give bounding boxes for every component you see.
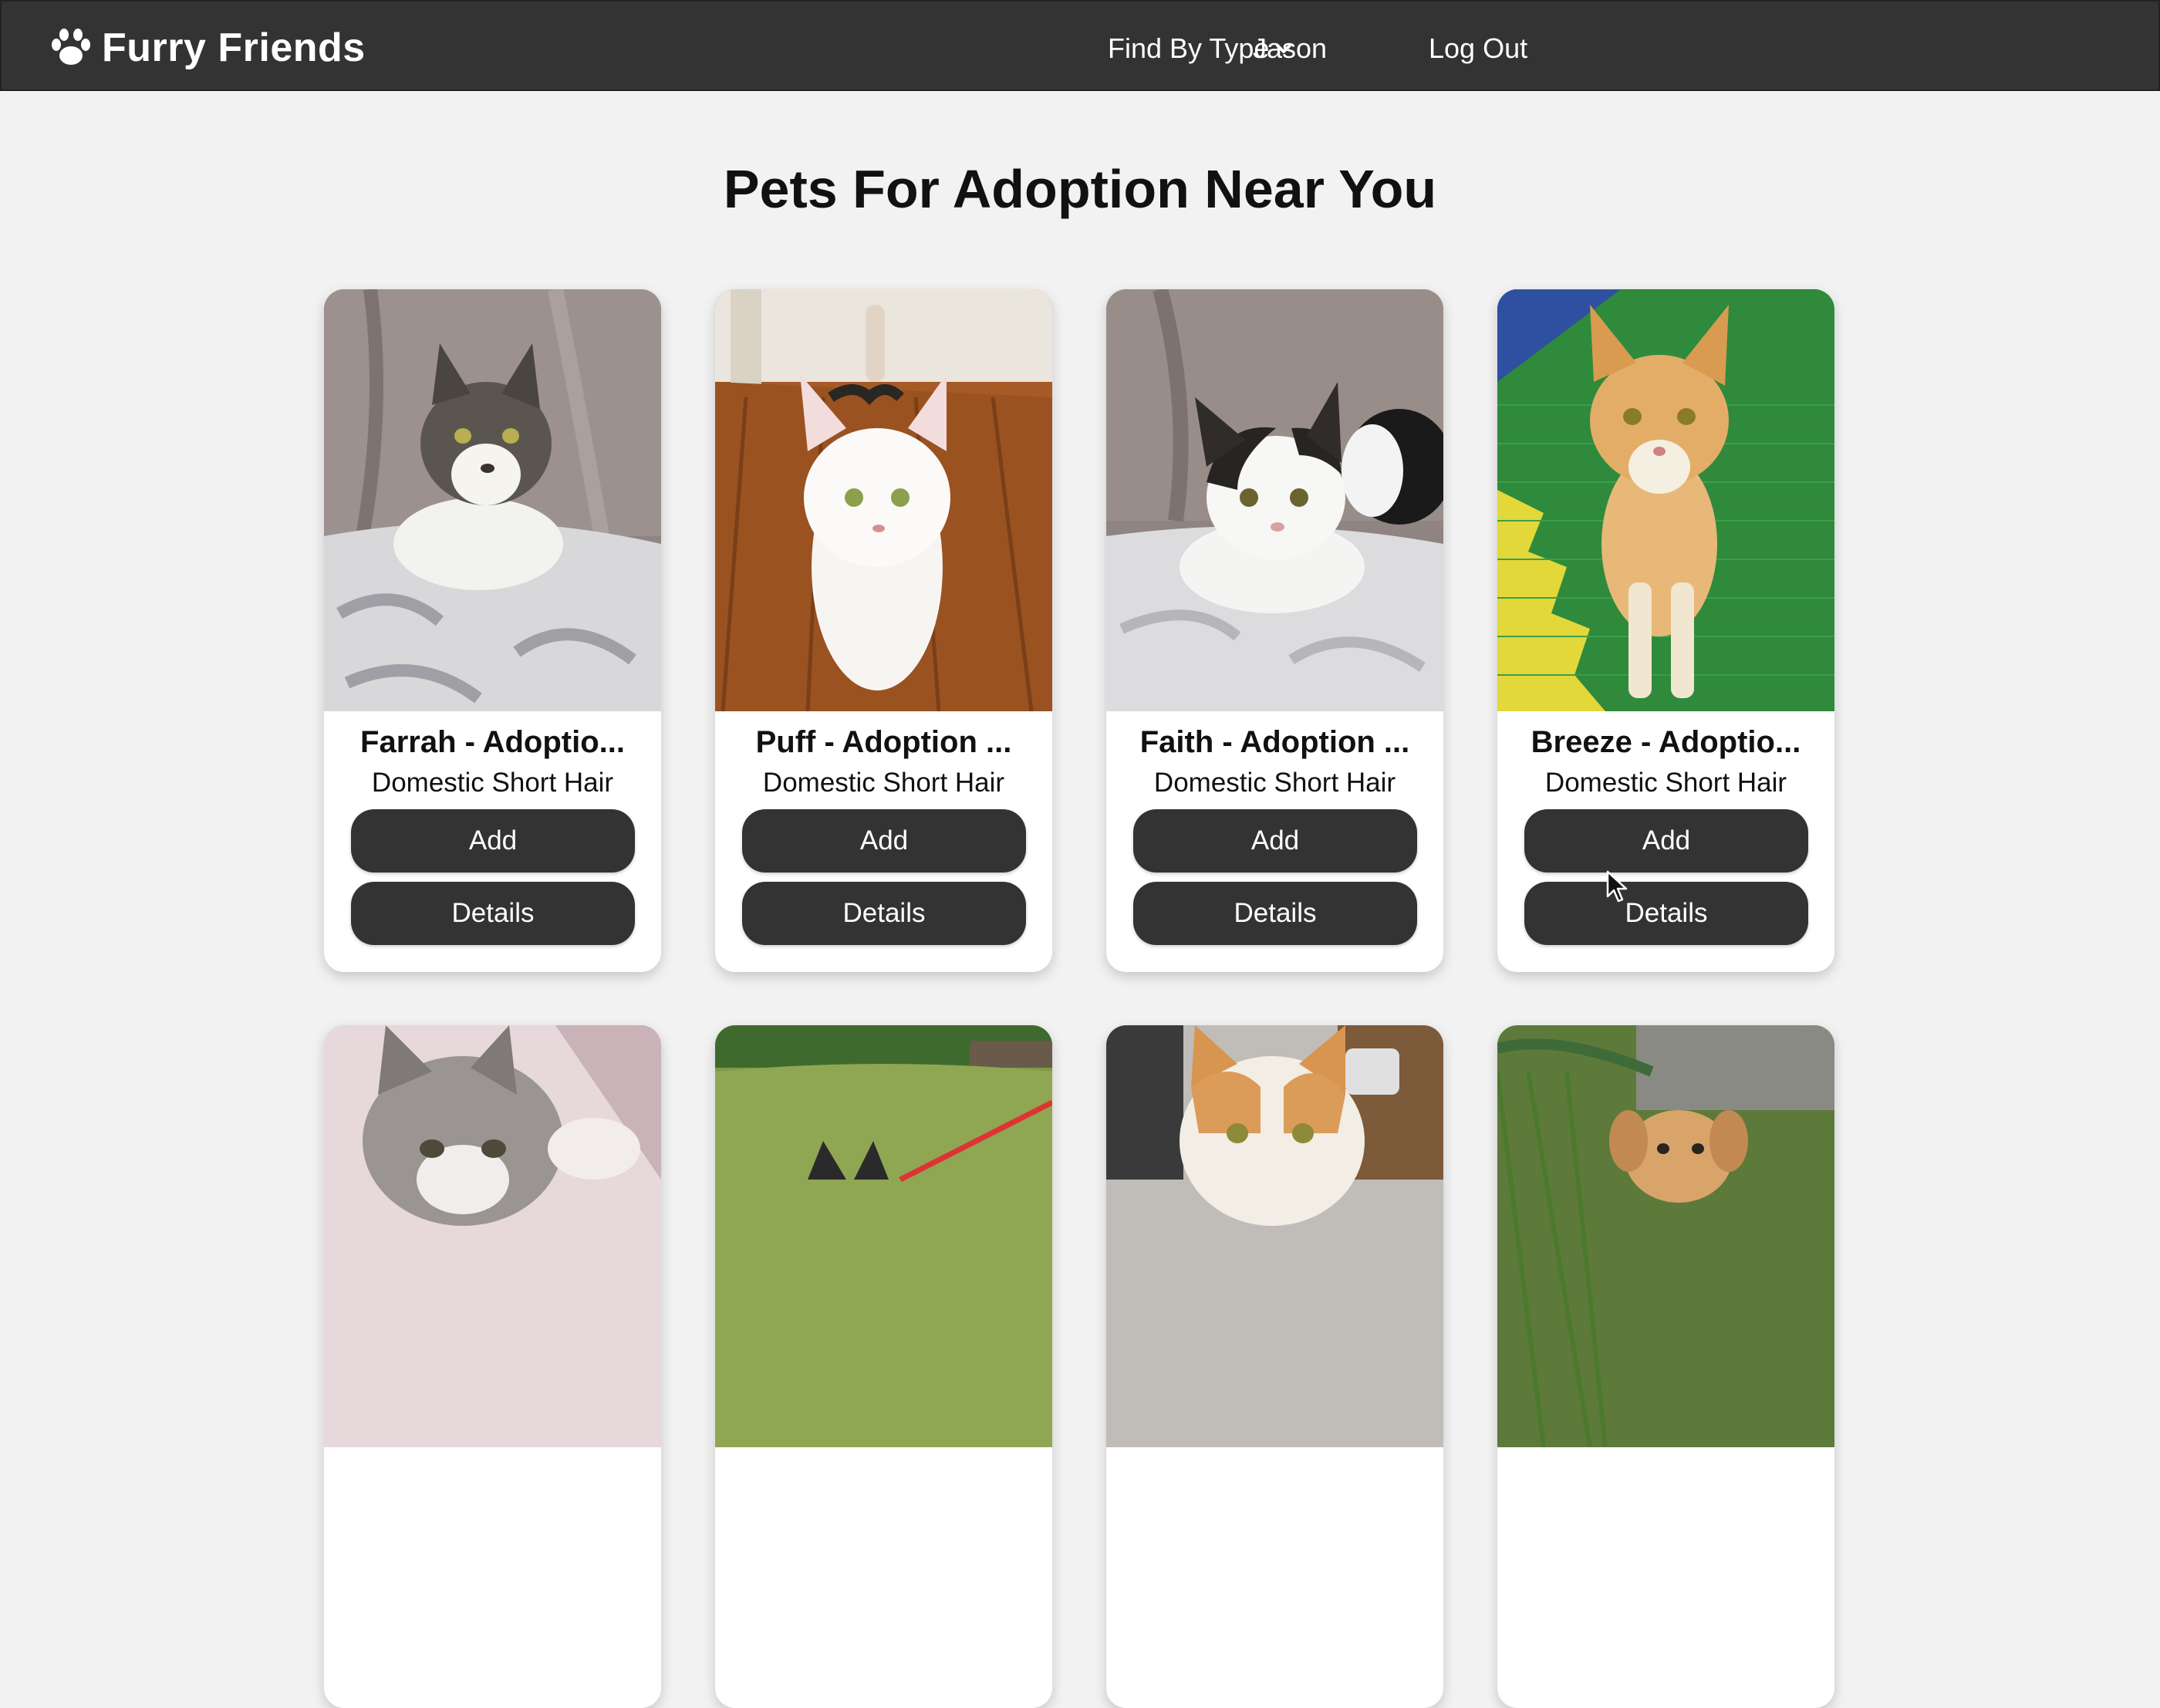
pet-photo[interactable] (1497, 1025, 1834, 1447)
pet-breed: Domestic Short Hair (1544, 768, 1787, 798)
add-button[interactable]: Add (1133, 809, 1417, 873)
pet-photo[interactable] (1106, 289, 1443, 711)
pet-card: Puff - Adoption ... Domestic Short Hair … (715, 289, 1052, 972)
pet-name[interactable]: Breeze - Adoptio... (1497, 725, 1834, 760)
pet-photo[interactable] (324, 1025, 661, 1447)
add-button[interactable]: Add (742, 809, 1026, 873)
pet-photo[interactable] (715, 289, 1052, 711)
pet-name[interactable]: Farrah - Adoptio... (324, 725, 661, 760)
pet-photo[interactable] (715, 1025, 1052, 1447)
pet-card: Breeze - Adoptio... Domestic Short Hair … (1497, 289, 1834, 972)
details-button[interactable]: Details (1524, 882, 1808, 945)
pet-card: Faith - Adoption ... Domestic Short Hair… (1106, 289, 1443, 972)
pet-card (1497, 1025, 1834, 1708)
add-button[interactable]: Add (351, 809, 635, 873)
pet-grid: Farrah - Adoptio... Domestic Short Hair … (0, 0, 2160, 1708)
pet-card: Farrah - Adoptio... Domestic Short Hair … (324, 289, 661, 972)
pet-photo[interactable] (1497, 289, 1834, 711)
pet-photo[interactable] (1106, 1025, 1443, 1447)
pet-name[interactable]: Puff - Adoption ... (715, 725, 1052, 760)
pet-name[interactable]: Faith - Adoption ... (1106, 725, 1443, 760)
pet-card (324, 1025, 661, 1708)
add-button[interactable]: Add (1524, 809, 1808, 873)
pet-breed: Domestic Short Hair (1153, 768, 1396, 798)
pet-card (715, 1025, 1052, 1708)
pet-photo[interactable] (324, 289, 661, 711)
pet-breed: Domestic Short Hair (371, 768, 614, 798)
details-button[interactable]: Details (742, 882, 1026, 945)
details-button[interactable]: Details (351, 882, 635, 945)
details-button[interactable]: Details (1133, 882, 1417, 945)
pet-card (1106, 1025, 1443, 1708)
pet-breed: Domestic Short Hair (762, 768, 1005, 798)
mouse-cursor-icon (1606, 870, 1628, 903)
